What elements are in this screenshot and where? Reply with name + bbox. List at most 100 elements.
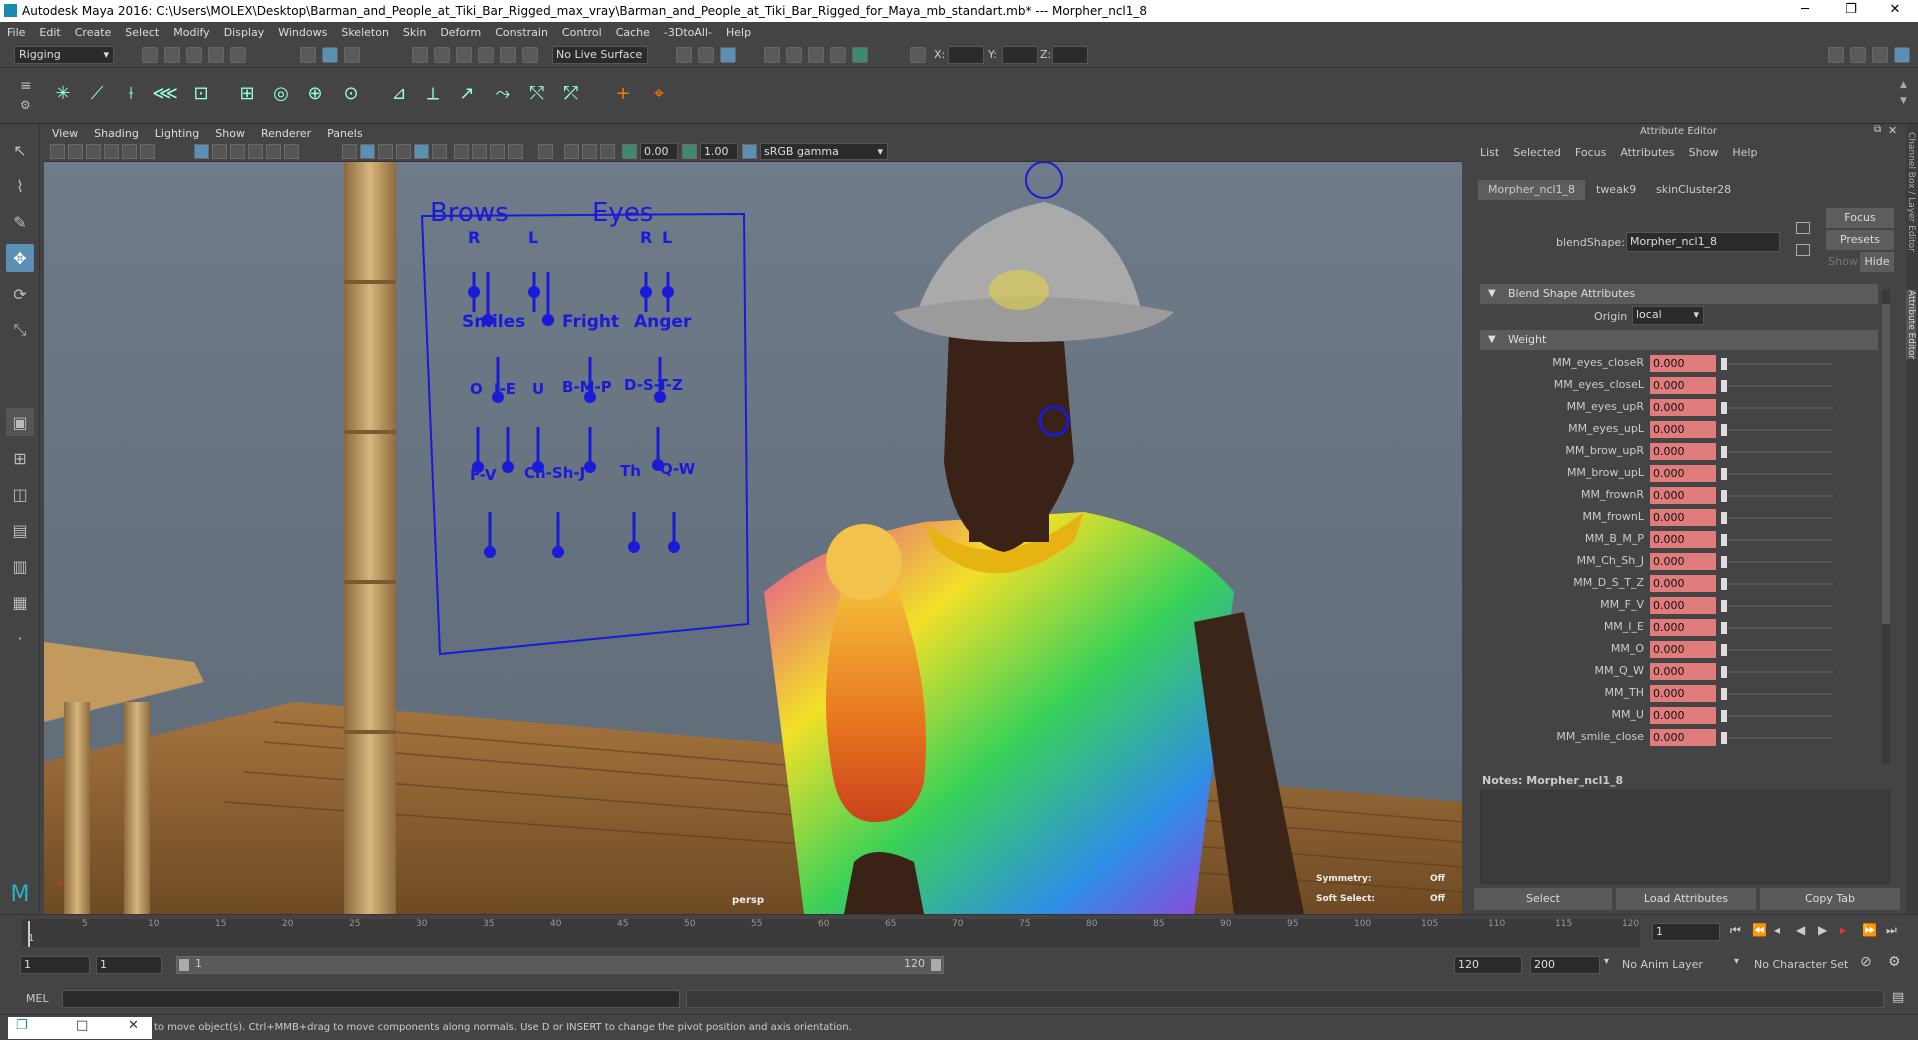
image-plane-icon[interactable] [104, 144, 119, 159]
lattice-icon[interactable]: ⊕ [300, 78, 330, 108]
menu-cache[interactable]: Cache [609, 26, 657, 39]
weight-row[interactable]: MM_brow_upR 0.000 [1480, 442, 1878, 462]
default-material-icon[interactable] [378, 144, 393, 159]
locator-icon[interactable]: + [608, 78, 638, 108]
weight-row[interactable]: MM_I_E 0.000 [1480, 618, 1878, 638]
channel-box-tab[interactable]: Channel Box / Layer Editor [1906, 132, 1916, 252]
weight-value-field[interactable]: 0.000 [1650, 575, 1716, 592]
focus-button[interactable]: Focus [1826, 208, 1894, 228]
close-panel-icon[interactable]: ✕ [1888, 124, 1897, 137]
step-forward-frame-icon[interactable]: ▸ [1840, 923, 1846, 937]
render-settings-icon[interactable] [830, 47, 846, 63]
close-button[interactable]: ✕ [1872, 0, 1918, 22]
maximize-button[interactable]: ❐ [1828, 0, 1874, 22]
origin-select[interactable]: local ▾ [1632, 306, 1704, 325]
control-curve-icon[interactable]: ⌖ [644, 78, 674, 108]
chevron-down-icon[interactable]: ▾ [1604, 956, 1609, 967]
ae-menu-help[interactable]: Help [1732, 146, 1757, 159]
weight-slider-track[interactable] [1725, 649, 1833, 651]
weight-value-field[interactable]: 0.000 [1650, 465, 1716, 482]
orient-joint-icon[interactable]: ⊡ [186, 78, 216, 108]
textured-icon[interactable] [414, 144, 429, 159]
weight-row[interactable]: MM_F_V 0.000 [1480, 596, 1878, 616]
select-button[interactable]: Select [1474, 888, 1612, 910]
chevron-down-icon[interactable]: ▾ [1734, 956, 1739, 967]
shelf-scroll-down-icon[interactable]: ▼ [1900, 96, 1907, 106]
script-editor-icon[interactable]: ▤ [1892, 990, 1904, 1005]
y-coordinate-field[interactable] [1002, 46, 1038, 64]
aim-constraint-icon[interactable]: ↗ [452, 78, 482, 108]
snap-curve-icon[interactable] [434, 47, 450, 63]
weight-value-field[interactable]: 0.000 [1650, 663, 1716, 680]
mirror-joint-icon[interactable]: ⋘ [150, 78, 180, 108]
new-scene-icon[interactable] [142, 47, 158, 63]
weight-row[interactable]: MM_brow_upL 0.000 [1480, 464, 1878, 484]
smooth-bind-icon[interactable]: ⊞ [232, 78, 262, 108]
gate-mask-icon[interactable] [230, 144, 245, 159]
go-to-start-icon[interactable]: ⏮ [1730, 923, 1741, 938]
weight-slider-handle[interactable] [1721, 644, 1727, 656]
menu-create[interactable]: Create [68, 26, 119, 39]
field-chart-icon[interactable] [248, 144, 263, 159]
section-blend-shape-attributes[interactable]: ▼ Blend Shape Attributes [1480, 284, 1878, 304]
hide-button[interactable]: Hide [1860, 252, 1894, 272]
weight-value-field[interactable]: 0.000 [1650, 597, 1716, 614]
weight-value-field[interactable]: 0.000 [1650, 729, 1716, 746]
outliner-layout-icon[interactable]: ▦ [6, 588, 34, 616]
menu-3dtoall[interactable]: -3DtoAll- [657, 26, 719, 39]
viewport-menu-renderer[interactable]: Renderer [253, 127, 319, 140]
select-component-icon[interactable] [344, 47, 360, 63]
viewport-menu-view[interactable]: View [44, 127, 86, 140]
weight-row[interactable]: MM_frownL 0.000 [1480, 508, 1878, 528]
construction-history-icon[interactable] [720, 47, 736, 63]
weight-slider-track[interactable] [1725, 671, 1833, 673]
weight-list-scroll-thumb[interactable] [1882, 304, 1890, 624]
live-surface-field[interactable]: No Live Surface [552, 46, 648, 64]
menu-modify[interactable]: Modify [166, 26, 216, 39]
weight-slider-track[interactable] [1725, 363, 1833, 365]
weight-slider-handle[interactable] [1721, 578, 1727, 590]
weight-slider-handle[interactable] [1721, 666, 1727, 678]
viewport-menu-shading[interactable]: Shading [86, 127, 147, 140]
ae-menu-focus[interactable]: Focus [1575, 146, 1606, 159]
motion-blur-icon[interactable] [490, 144, 505, 159]
weight-slider-handle[interactable] [1721, 358, 1727, 370]
create-joints-icon[interactable]: ✳ [48, 78, 78, 108]
menu-skeleton[interactable]: Skeleton [334, 26, 396, 39]
float-panel-icon[interactable]: ⧉ [1874, 124, 1881, 135]
weight-slider-track[interactable] [1725, 737, 1833, 739]
pole-vector-icon[interactable]: ⤱ [556, 78, 586, 108]
color-management-icon[interactable] [742, 144, 757, 159]
menu-skin[interactable]: Skin [396, 26, 433, 39]
shadows-icon[interactable] [454, 144, 469, 159]
range-slider[interactable]: 1 120 [176, 956, 944, 974]
persp-graph-icon[interactable]: ▤ [6, 516, 34, 544]
weight-slider-track[interactable] [1725, 605, 1833, 607]
step-back-key-icon[interactable]: ⏪ [1752, 923, 1767, 937]
weight-value-field[interactable]: 0.000 [1650, 355, 1716, 372]
character-set-select[interactable]: No Character Set [1754, 958, 1848, 971]
weight-slider-handle[interactable] [1721, 424, 1727, 436]
xray-components-icon[interactable] [600, 144, 615, 159]
ae-menu-selected[interactable]: Selected [1513, 146, 1561, 159]
magnet-icon[interactable] [522, 47, 538, 63]
x-coordinate-field[interactable] [948, 46, 984, 64]
blend-shape-icon[interactable]: ⊿ [384, 78, 414, 108]
weight-slider-track[interactable] [1725, 583, 1833, 585]
ae-menu-list[interactable]: List [1480, 146, 1499, 159]
weight-slider-handle[interactable] [1721, 534, 1727, 546]
lights-icon[interactable] [432, 144, 447, 159]
grid-toggle-icon[interactable] [140, 144, 155, 159]
exposure-icon[interactable] [622, 144, 637, 159]
weight-slider-track[interactable] [1725, 627, 1833, 629]
resolution-gate-icon[interactable] [212, 144, 227, 159]
tool-settings-toggle-icon[interactable] [1872, 47, 1888, 63]
film-gate-icon[interactable] [194, 144, 209, 159]
ae-menu-attributes[interactable]: Attributes [1620, 146, 1674, 159]
weight-slider-track[interactable] [1725, 473, 1833, 475]
menu-control[interactable]: Control [555, 26, 609, 39]
xray-icon[interactable] [564, 144, 579, 159]
smooth-shade-icon[interactable] [360, 144, 375, 159]
ambient-occlusion-icon[interactable] [472, 144, 487, 159]
weight-value-field[interactable]: 0.000 [1650, 619, 1716, 636]
